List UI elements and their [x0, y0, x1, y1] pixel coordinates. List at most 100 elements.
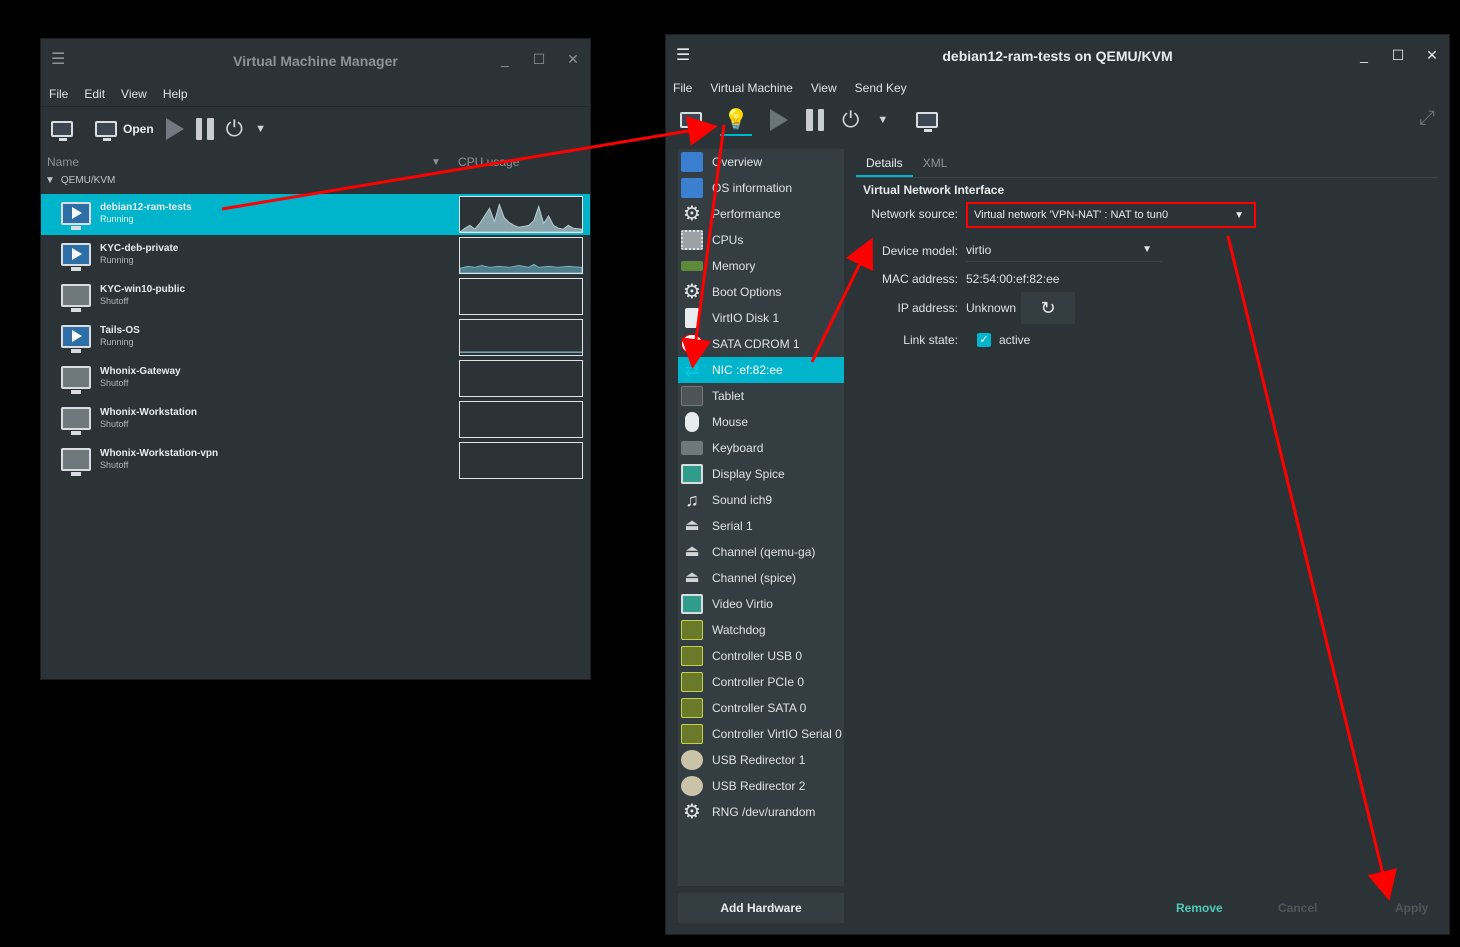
menu-edit[interactable]: Edit — [84, 87, 105, 101]
new-vm-button[interactable] — [51, 120, 73, 141]
sidebar-label: SATA CDROM 1 — [712, 337, 800, 351]
vm-row[interactable]: KYC-win10-public Shutoff — [41, 276, 590, 317]
device-model-value: virtio — [966, 242, 992, 257]
menu-view[interactable]: View — [121, 87, 147, 101]
vmm-titlebar: ☰ Virtual Machine Manager _ ☐ ✕ — [41, 39, 590, 83]
tab-xml[interactable]: XML — [913, 149, 958, 177]
vm-running-icon — [61, 202, 91, 230]
sidebar-label: Overview — [712, 155, 763, 169]
sidebar-item-overview[interactable]: Overview — [678, 149, 844, 175]
sidebar-item-tablet[interactable]: Tablet — [678, 383, 844, 409]
sidebar-label: VirtIO Disk 1 — [712, 311, 780, 325]
sidebar-item-cpus[interactable]: CPUs — [678, 227, 844, 253]
sidebar-item-performance[interactable]: ⚙ Performance — [678, 201, 844, 227]
power-dropdown-icon[interactable]: ▼ — [255, 123, 266, 135]
sidebar-item-boot-options[interactable]: ⚙ Boot Options — [678, 279, 844, 305]
sidebar-label: Channel (qemu-ga) — [712, 545, 816, 559]
maximize-icon[interactable]: ☐ — [1391, 47, 1405, 64]
sidebar-item-watchdog[interactable]: Watchdog — [678, 617, 844, 643]
sort-caret-icon[interactable]: ▼ — [431, 157, 441, 168]
vm-row[interactable]: KYC-deb-private Running — [41, 235, 590, 276]
menu-help[interactable]: Help — [163, 87, 188, 101]
menu-virtual-machine[interactable]: Virtual Machine — [710, 81, 793, 95]
close-icon[interactable]: ✕ — [566, 51, 580, 68]
power-icon[interactable]: ⏻ — [842, 109, 859, 131]
sidebar-item-video[interactable]: Video Virtio — [678, 591, 844, 617]
link-state-value: active — [999, 333, 1031, 347]
device-model-dropdown[interactable]: virtio ▼ — [966, 238, 1162, 262]
refresh-ip-button[interactable]: ↻ — [1021, 292, 1075, 324]
sidebar-item-controller-pcie[interactable]: Controller PCIe 0 — [678, 669, 844, 695]
network-source-dropdown[interactable]: Virtual network 'VPN-NAT' : NAT to tun0 … — [966, 202, 1256, 228]
vm-shutoff-icon — [61, 366, 91, 394]
power-dropdown-icon[interactable]: ▼ — [877, 114, 888, 126]
menu-send-key[interactable]: Send Key — [855, 81, 907, 95]
cpu-graph — [459, 319, 583, 356]
apply-button[interactable]: Apply — [1395, 893, 1428, 923]
sidebar-label: Watchdog — [712, 623, 766, 637]
sidebar-item-controller-sata[interactable]: Controller SATA 0 — [678, 695, 844, 721]
sidebar-item-usb-redirector-1[interactable]: USB Redirector 1 — [678, 747, 844, 773]
minimize-icon[interactable]: _ — [1357, 47, 1371, 64]
sidebar-item-display-spice[interactable]: Display Spice — [678, 461, 844, 487]
pause-icon[interactable] — [195, 117, 214, 140]
link-state-checkbox[interactable]: ✓ — [977, 333, 991, 347]
run-icon[interactable] — [770, 109, 788, 131]
vm-row[interactable]: Whonix-Gateway Shutoff — [41, 358, 590, 399]
snapshots-icon[interactable] — [916, 112, 939, 132]
sidebar-item-keyboard[interactable]: Keyboard — [678, 435, 844, 461]
minimize-icon[interactable]: _ — [498, 51, 512, 68]
menu-hamburger-icon[interactable]: ☰ — [51, 52, 67, 68]
sidebar-item-memory[interactable]: Memory — [678, 253, 844, 279]
cancel-button[interactable]: Cancel — [1278, 893, 1317, 923]
vm-row[interactable]: Tails-OS Running — [41, 317, 590, 358]
tab-details[interactable]: Details — [856, 149, 913, 177]
menu-file[interactable]: File — [673, 81, 692, 95]
gear-icon: ⚙ — [683, 281, 701, 303]
vm-state: Shutoff — [100, 378, 129, 388]
fullscreen-icon[interactable]: ⤢ — [1419, 107, 1435, 130]
vm-shutoff-icon — [61, 284, 91, 312]
remove-button[interactable]: Remove — [1176, 893, 1223, 923]
menu-file[interactable]: File — [49, 87, 68, 101]
sidebar-item-sata-cdrom[interactable]: SATA CDROM 1 — [678, 331, 844, 357]
pci-card-icon — [681, 698, 703, 718]
sidebar-item-controller-usb[interactable]: Controller USB 0 — [678, 643, 844, 669]
sidebar-item-controller-virtio-serial[interactable]: Controller VirtIO Serial 0 — [678, 721, 844, 747]
sidebar-item-channel-spice[interactable]: ⏏ Channel (spice) — [678, 565, 844, 591]
column-cpu-usage[interactable]: CPU usage — [458, 155, 519, 169]
sidebar-label: Serial 1 — [712, 519, 753, 533]
menu-hamburger-icon[interactable]: ☰ — [676, 48, 692, 64]
add-hardware-button[interactable]: Add Hardware — [678, 893, 844, 923]
sidebar-item-rng[interactable]: ⚙ RNG /dev/urandom — [678, 799, 844, 825]
vm-row[interactable]: Whonix-Workstation Shutoff — [41, 399, 590, 440]
close-icon[interactable]: ✕ — [1425, 47, 1439, 64]
vm-row[interactable]: Whonix-Workstation-vpn Shutoff — [41, 440, 590, 481]
maximize-icon[interactable]: ☐ — [532, 51, 546, 68]
sidebar-item-channel-qemu-ga[interactable]: ⏏ Channel (qemu-ga) — [678, 539, 844, 565]
sidebar-item-serial[interactable]: ⏏ Serial 1 — [678, 513, 844, 539]
connection-group[interactable]: ▼ QEMU/KVM — [45, 175, 115, 186]
vm-name: Whonix-Workstation — [100, 407, 198, 418]
console-icon[interactable] — [680, 112, 702, 132]
pause-icon[interactable] — [806, 109, 824, 131]
vm-shutoff-icon — [61, 448, 91, 476]
run-icon[interactable] — [165, 117, 184, 140]
serial-icon: ⏏ — [684, 543, 700, 560]
details-lightbulb-icon[interactable]: 💡 — [720, 104, 752, 136]
sidebar-item-usb-redirector-2[interactable]: USB Redirector 2 — [678, 773, 844, 799]
sidebar-item-nic[interactable]: ⇄ NIC :ef:82:ee — [678, 357, 844, 383]
vm-row[interactable]: debian12-ram-tests Running — [41, 194, 590, 235]
power-icon[interactable]: ⏻ — [226, 117, 243, 140]
ip-address-value: Unknown — [966, 301, 1017, 315]
sidebar-item-mouse[interactable]: Mouse — [678, 409, 844, 435]
menu-view[interactable]: View — [811, 81, 837, 95]
window-controls: _ ☐ ✕ — [498, 51, 580, 68]
expander-icon[interactable]: ▼ — [45, 175, 55, 186]
sidebar-item-os-information[interactable]: OS information — [678, 175, 844, 201]
open-button[interactable]: Open — [95, 120, 154, 141]
column-name[interactable]: Name — [47, 155, 79, 169]
sidebar-item-virtio-disk[interactable]: VirtIO Disk 1 — [678, 305, 844, 331]
sidebar-item-sound[interactable]: ♫ Sound ich9 — [678, 487, 844, 513]
pci-card-icon — [681, 620, 703, 640]
